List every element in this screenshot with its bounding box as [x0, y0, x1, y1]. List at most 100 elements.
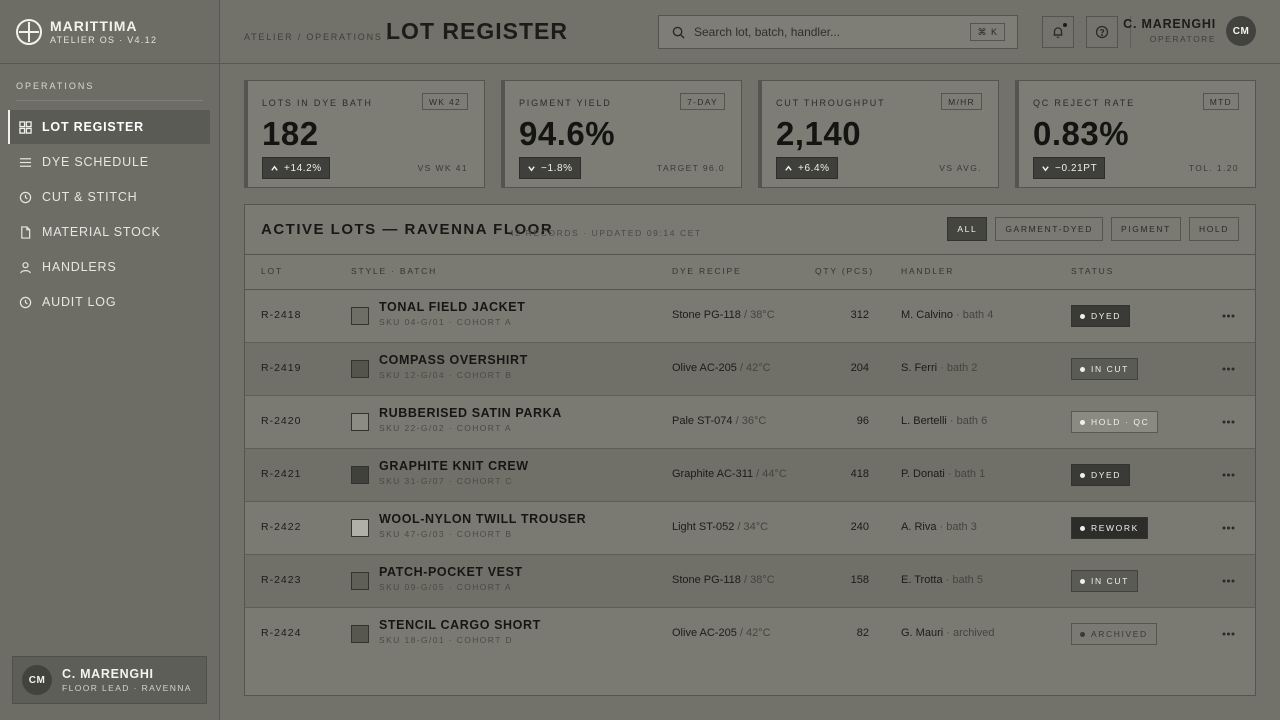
- row-actions-button[interactable]: [1219, 308, 1237, 324]
- filter-hold[interactable]: HOLD: [1188, 217, 1239, 241]
- bell-icon: [1053, 27, 1063, 39]
- breadcrumb[interactable]: ATELIER / OPERATIONS /: [244, 32, 391, 42]
- recipe-name: Graphite AC-311: [672, 468, 754, 480]
- sidebar-item-label: DYE SCHEDULE: [42, 155, 149, 169]
- handler-detail: · bath 6: [946, 415, 988, 427]
- dye-recipe: Olive AC-205 / 42°C: [672, 627, 771, 639]
- search-box[interactable]: ⌘ K: [658, 15, 1018, 49]
- more-horizontal-icon: [1222, 314, 1234, 318]
- search-icon: [672, 26, 685, 39]
- table-row[interactable]: R-2421 GRAPHITE KNIT CREW SKU 31-G/07 · CO…: [245, 449, 1255, 502]
- status-label: REWORK: [1091, 523, 1139, 533]
- color-swatch: [351, 625, 369, 643]
- stat-card-pigment-yield[interactable]: PIGMENT YIELD 7-DAY 94.6% −1.8% TARGET 9…: [501, 80, 742, 188]
- header-avatar[interactable]: CM: [1226, 16, 1256, 46]
- row-actions-button[interactable]: [1219, 467, 1237, 483]
- filter-garment-dyed[interactable]: GARMENT-DYED: [995, 217, 1104, 241]
- recipe-temp: / 42°C: [736, 627, 771, 639]
- recipe-temp: / 34°C: [734, 521, 769, 533]
- sidebar-item-dye-schedule[interactable]: DYE SCHEDULE: [8, 145, 210, 179]
- style-name: WOOL-NYLON TWILL TROUSER: [379, 512, 587, 526]
- column-header-qty[interactable]: QTY (PCS): [815, 266, 874, 276]
- quantity: 204: [850, 362, 869, 374]
- status-label: DYED: [1091, 470, 1122, 480]
- help-button[interactable]: [1086, 16, 1118, 48]
- clock-icon: [18, 190, 32, 204]
- table-row[interactable]: R-2424 STENCIL CARGO SHORT SKU 18-G/01 · C…: [245, 608, 1255, 661]
- recipe-name: Stone PG-118: [672, 309, 741, 321]
- panel-meta: 42 RECORDS · UPDATED 09:14 CET: [509, 228, 702, 238]
- column-header-recipe[interactable]: DYE RECIPE: [672, 266, 742, 276]
- lot-id[interactable]: R-2419: [261, 362, 301, 374]
- sidebar-user-card[interactable]: CM C. MARENGHI FLOOR LEAD · RAVENNA: [12, 656, 207, 704]
- stat-value: 94.6%: [519, 115, 616, 152]
- table-row[interactable]: R-2423 PATCH-POCKET VEST SKU 09-G/05 · COH…: [245, 555, 1255, 608]
- recipe-temp: / 38°C: [740, 574, 775, 586]
- stat-delta-badge: +14.2%: [262, 157, 330, 179]
- style-name: STENCIL CARGO SHORT: [379, 618, 541, 632]
- column-header-style[interactable]: STYLE · BATCH: [351, 266, 437, 276]
- notifications-button[interactable]: [1042, 16, 1074, 48]
- handler-name: S. Ferri: [901, 362, 938, 374]
- status-badge: IN CUT: [1071, 358, 1138, 380]
- status-badge: DYED: [1071, 464, 1131, 486]
- arrow-down-icon: [528, 165, 535, 171]
- sidebar-item-audit-log[interactable]: AUDIT LOG: [8, 285, 210, 319]
- row-actions-button[interactable]: [1219, 361, 1237, 377]
- dye-recipe: Stone PG-118 / 38°C: [672, 574, 775, 586]
- handler: S. Ferri · bath 2: [901, 362, 977, 374]
- sidebar-item-label: HANDLERS: [42, 260, 117, 274]
- handler: A. Riva · bath 3: [901, 521, 977, 533]
- sidebar-item-cut-stitch[interactable]: CUT & STITCH: [8, 180, 210, 214]
- table-row[interactable]: R-2419 COMPASS OVERSHIRT SKU 12-G/04 · COH…: [245, 343, 1255, 396]
- stat-note: VS AVG.: [939, 163, 982, 173]
- table-row[interactable]: R-2422 WOOL-NYLON TWILL TROUSER SKU 47-G/0…: [245, 502, 1255, 555]
- recipe-temp: / 38°C: [740, 309, 775, 321]
- table-row[interactable]: R-2418 TONAL FIELD JACKET SKU 04-G/01 · CO…: [245, 290, 1255, 343]
- row-actions-button[interactable]: [1219, 414, 1237, 430]
- sidebar: MARITTIMA ATELIER OS · V4.12 OPERATIONS …: [0, 0, 220, 720]
- recipe-name: Olive AC-205: [672, 362, 737, 374]
- status-dot-icon: [1080, 472, 1085, 478]
- column-header-lot[interactable]: LOT: [261, 266, 283, 276]
- row-actions-button[interactable]: [1219, 626, 1237, 642]
- sku-batch: SKU 12-G/04 · COHORT B: [379, 370, 513, 380]
- stat-card-lots-in-dye-bath[interactable]: LOTS IN DYE BATH WK 42 182 +14.2% VS WK …: [244, 80, 485, 188]
- row-actions-button[interactable]: [1219, 573, 1237, 589]
- lot-id[interactable]: R-2422: [261, 521, 301, 533]
- handler-detail: · bath 5: [942, 574, 983, 586]
- sku-batch: SKU 04-G/01 · COHORT A: [379, 317, 512, 327]
- dye-recipe: Light ST-052 / 34°C: [672, 521, 768, 533]
- user-role: FLOOR LEAD · RAVENNA: [62, 683, 192, 693]
- more-horizontal-icon: [1222, 420, 1234, 424]
- search-input[interactable]: [694, 25, 954, 39]
- stat-card-qc-reject-rate[interactable]: QC REJECT RATE MTD 0.83% −0.21PT TOL. 1.…: [1015, 80, 1256, 188]
- lot-id[interactable]: R-2418: [261, 309, 301, 321]
- sidebar-item-label: AUDIT LOG: [42, 295, 117, 309]
- table-row[interactable]: R-2420 RUBBERISED SATIN PARKA SKU 22-G/02 …: [245, 396, 1255, 449]
- color-swatch: [351, 360, 369, 378]
- sidebar-item-material-stock[interactable]: MATERIAL STOCK: [8, 215, 210, 249]
- sidebar-item-lot-register[interactable]: LOT REGISTER: [8, 110, 210, 144]
- quantity: 312: [850, 309, 869, 321]
- stat-delta-badge: +6.4%: [776, 157, 838, 179]
- filter-pigment[interactable]: PIGMENT: [1111, 217, 1181, 241]
- brand[interactable]: MARITTIMA ATELIER OS · V4.12: [0, 0, 219, 64]
- column-header-handler[interactable]: HANDLER: [901, 266, 954, 276]
- sidebar-item-handlers[interactable]: HANDLERS: [8, 250, 210, 284]
- row-actions-button[interactable]: [1219, 520, 1237, 536]
- lot-id[interactable]: R-2423: [261, 574, 301, 586]
- more-horizontal-icon: [1222, 526, 1234, 530]
- column-header-status[interactable]: STATUS: [1071, 266, 1114, 276]
- lot-id[interactable]: R-2424: [261, 627, 301, 639]
- lot-id[interactable]: R-2420: [261, 415, 301, 427]
- lot-id[interactable]: R-2421: [261, 468, 301, 480]
- dye-recipe: Stone PG-118 / 38°C: [672, 309, 775, 321]
- arrow-down-icon: [1042, 165, 1049, 171]
- stat-card-cut-throughput[interactable]: CUT THROUGHPUT M/HR 2,140 +6.4% VS AVG.: [758, 80, 999, 188]
- header-user[interactable]: C. MARENGHI OPERATORE: [1123, 17, 1216, 44]
- status-dot-icon: [1080, 578, 1085, 584]
- header-user-role: OPERATORE: [1149, 34, 1216, 44]
- filter-all[interactable]: ALL: [947, 217, 988, 241]
- search-shortcut-hint: ⌘ K: [970, 23, 1005, 41]
